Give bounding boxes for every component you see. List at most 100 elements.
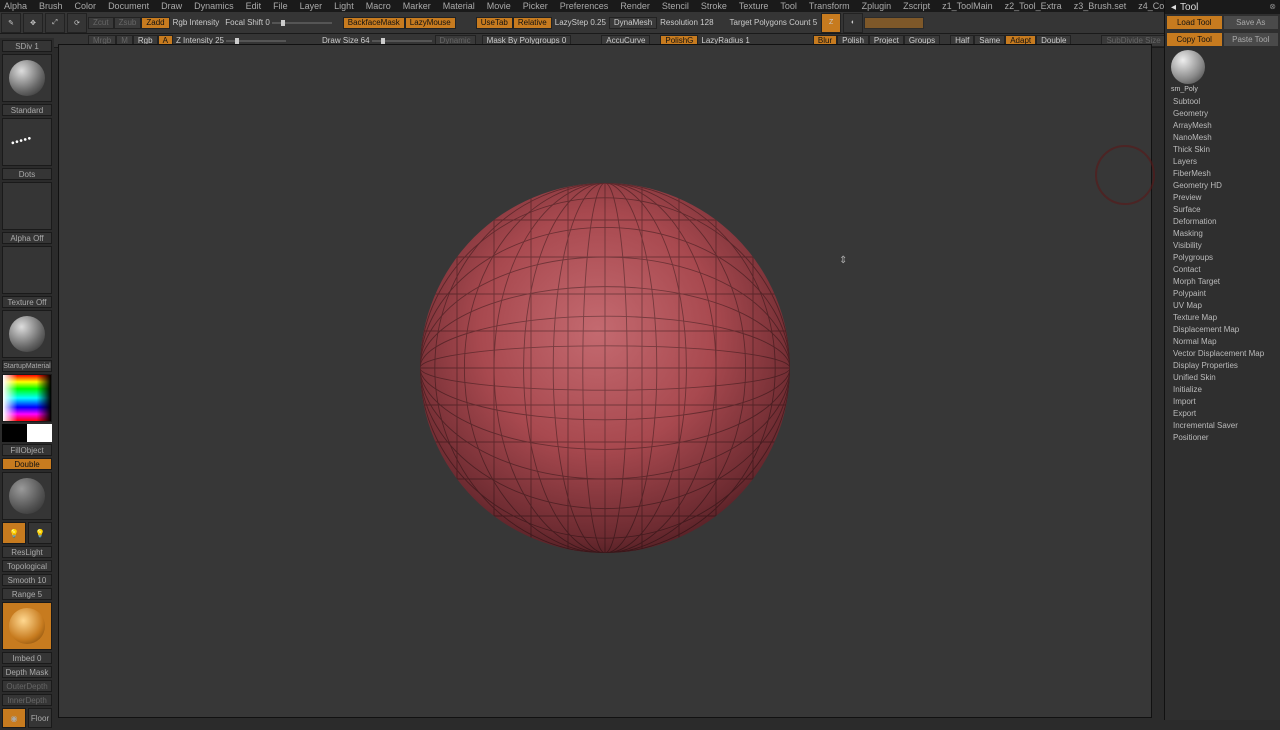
tool-item-incremental-saver[interactable]: Incremental Saver (1165, 419, 1280, 431)
fillobject-btn[interactable]: FillObject (2, 444, 52, 456)
innerdepth-label[interactable]: InnerDepth (2, 694, 52, 706)
alpha-thumb[interactable] (2, 182, 52, 230)
scale-icon[interactable]: ⤢ (45, 13, 65, 33)
tool-item-normal-map[interactable]: Normal Map (1165, 335, 1280, 347)
tool-item-arraymesh[interactable]: ArrayMesh (1165, 119, 1280, 131)
menu-transform[interactable]: Transform (809, 1, 850, 11)
tool-item-texture-map[interactable]: Texture Map (1165, 311, 1280, 323)
zsub-icon[interactable]: ✎ (1, 13, 21, 33)
lazystep-slider[interactable]: LazyStep 0.25 (552, 18, 609, 27)
tool-item-export[interactable]: Export (1165, 407, 1280, 419)
gizmo-thumb[interactable] (2, 472, 52, 520)
rotate-icon[interactable]: ⟳ (67, 13, 87, 33)
texture-thumb[interactable] (2, 246, 52, 294)
menu-marker[interactable]: Marker (403, 1, 431, 11)
color-picker[interactable] (2, 374, 52, 422)
menu-render[interactable]: Render (620, 1, 650, 11)
menu-stroke[interactable]: Stroke (701, 1, 727, 11)
menu-material[interactable]: Material (443, 1, 475, 11)
focal-shift-slider[interactable]: Focal Shift 0 (222, 18, 334, 27)
save-as-btn[interactable]: Save As (1224, 16, 1279, 29)
zcut-btn[interactable]: Zcut (88, 17, 114, 29)
outerdepth-label[interactable]: OuterDepth (2, 680, 52, 692)
menu-draw[interactable]: Draw (161, 1, 182, 11)
material-thumb[interactable] (2, 310, 52, 358)
move-icon[interactable]: ✥ (23, 13, 43, 33)
menu-dynamics[interactable]: Dynamics (194, 1, 234, 11)
tool-item-layers[interactable]: Layers (1165, 155, 1280, 167)
light-icon[interactable]: 💡 (2, 522, 26, 544)
tool-item-surface[interactable]: Surface (1165, 203, 1280, 215)
menu-file[interactable]: File (273, 1, 288, 11)
sdiv-label[interactable]: SDiv 1 (2, 40, 52, 52)
tool-thumb[interactable] (1171, 50, 1205, 84)
menu-preferences[interactable]: Preferences (560, 1, 609, 11)
zremesh-icon[interactable]: Z (821, 13, 841, 33)
tool-item-vector-displacement-map[interactable]: Vector Displacement Map (1165, 347, 1280, 359)
menu-movie[interactable]: Movie (487, 1, 511, 11)
stroke-thumb[interactable] (2, 118, 52, 166)
dynamesh-btn[interactable]: DynaMesh (609, 17, 657, 29)
zadd-btn[interactable]: Zadd (141, 17, 169, 29)
menu-macro[interactable]: Macro (366, 1, 391, 11)
tool-item-displacement-map[interactable]: Displacement Map (1165, 323, 1280, 335)
tool-item-masking[interactable]: Masking (1165, 227, 1280, 239)
menu-light[interactable]: Light (334, 1, 354, 11)
menu-z1_toolmain[interactable]: z1_ToolMain (942, 1, 993, 11)
menu-brush[interactable]: Brush (39, 1, 63, 11)
menu-document[interactable]: Document (108, 1, 149, 11)
tool-item-geometry[interactable]: Geometry (1165, 107, 1280, 119)
menu-edit[interactable]: Edit (246, 1, 262, 11)
menu-layer[interactable]: Layer (300, 1, 323, 11)
tool-item-uv-map[interactable]: UV Map (1165, 299, 1280, 311)
tool-item-thick-skin[interactable]: Thick Skin (1165, 143, 1280, 155)
resolution-slider[interactable]: Resolution 128 (657, 18, 716, 27)
brush-thumb[interactable] (2, 54, 52, 102)
mesh-sphere[interactable] (420, 183, 790, 553)
backface-mask-btn[interactable]: BackfaceMask (343, 17, 405, 29)
topological-label[interactable]: Topological (2, 560, 52, 572)
targetpoly-slider[interactable]: Target Polygons Count 5 (727, 18, 821, 27)
lazymouse-btn[interactable]: LazyMouse (405, 17, 456, 29)
swatch-row[interactable] (2, 424, 52, 442)
tool-item-contact[interactable]: Contact (1165, 263, 1280, 275)
tool-item-geometry-hd[interactable]: Geometry HD (1165, 179, 1280, 191)
tool-item-import[interactable]: Import (1165, 395, 1280, 407)
copy-tool-btn[interactable]: Copy Tool (1167, 33, 1222, 46)
imbed-label[interactable]: Imbed 0 (2, 652, 52, 664)
nav-sphere[interactable] (1095, 145, 1155, 205)
viewport[interactable]: ⇕ (58, 44, 1152, 718)
menu-stencil[interactable]: Stencil (662, 1, 689, 11)
tool-item-deformation[interactable]: Deformation (1165, 215, 1280, 227)
reslight-label[interactable]: ResLight (2, 546, 52, 558)
sphere-mode-icon[interactable]: ◐ (843, 13, 863, 33)
menu-zscript[interactable]: Zscript (903, 1, 930, 11)
double-btn-left[interactable]: Double (2, 458, 52, 470)
paste-tool-btn[interactable]: Paste Tool (1224, 33, 1279, 46)
menu-zplugin[interactable]: Zplugin (862, 1, 892, 11)
tool-item-initialize[interactable]: Initialize (1165, 383, 1280, 395)
relative-btn[interactable]: Relative (513, 17, 552, 29)
rgb-intensity-slider[interactable]: Rgb Intensity (170, 18, 223, 27)
depthmask-label[interactable]: Depth Mask (2, 666, 52, 678)
usetab-btn[interactable]: UseTab (476, 17, 513, 29)
menu-color[interactable]: Color (75, 1, 97, 11)
load-tool-btn[interactable]: Load Tool (1167, 16, 1222, 29)
tool-item-display-properties[interactable]: Display Properties (1165, 359, 1280, 371)
range-label[interactable]: Range 5 (2, 588, 52, 600)
menu-texture[interactable]: Texture (739, 1, 769, 11)
zsub-btn[interactable]: Zsub (114, 17, 142, 29)
tool-panel-header[interactable]: ◂Tool ⊗ (1165, 0, 1280, 14)
close-icon[interactable]: ⊗ (1269, 2, 1276, 11)
brush-falloff[interactable] (2, 602, 52, 650)
floor-icon[interactable]: Floor (28, 708, 52, 728)
menu-tool[interactable]: Tool (780, 1, 797, 11)
tool-item-polypaint[interactable]: Polypaint (1165, 287, 1280, 299)
tool-item-polygroups[interactable]: Polygroups (1165, 251, 1280, 263)
tool-item-positioner[interactable]: Positioner (1165, 431, 1280, 443)
menu-z2_tool_extra[interactable]: z2_Tool_Extra (1005, 1, 1062, 11)
tool-item-fibermesh[interactable]: FiberMesh (1165, 167, 1280, 179)
tool-item-morph-target[interactable]: Morph Target (1165, 275, 1280, 287)
tool-item-unified-skin[interactable]: Unified Skin (1165, 371, 1280, 383)
light2-icon[interactable]: 💡 (28, 522, 52, 544)
